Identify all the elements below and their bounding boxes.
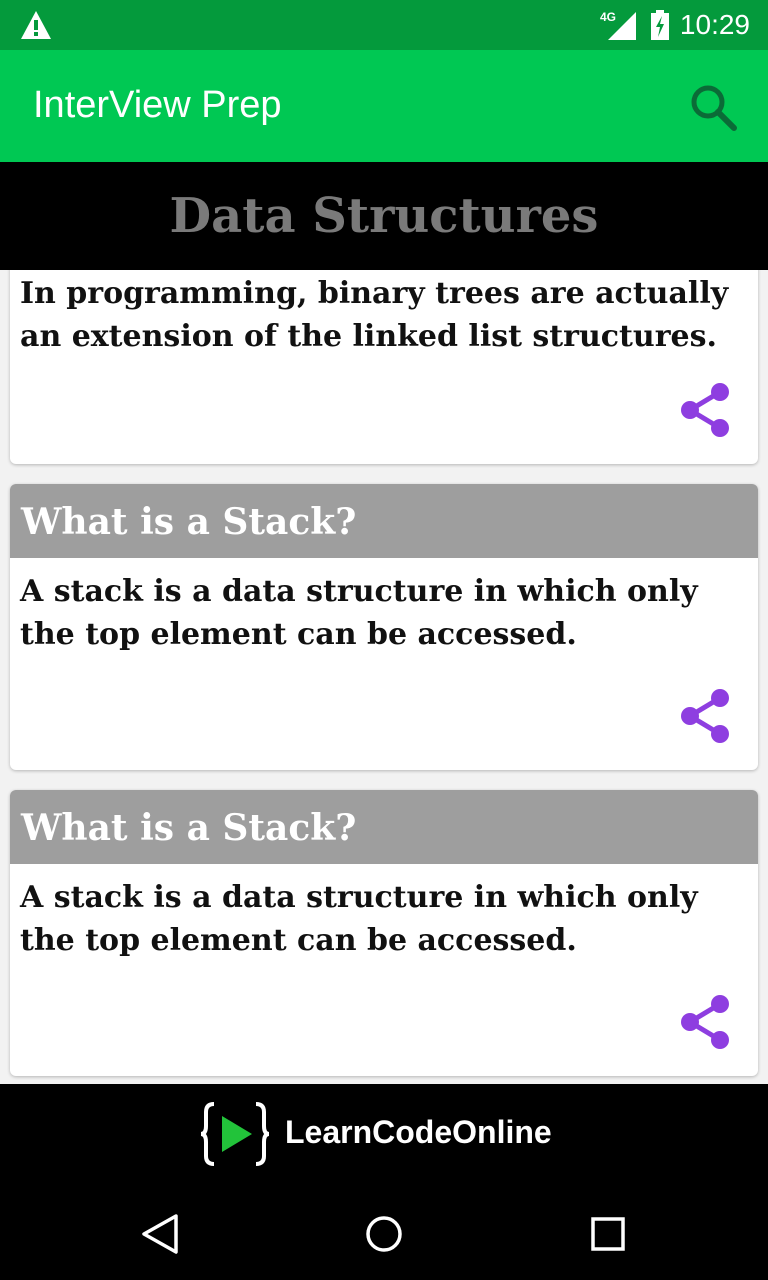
qa-card: What is a Stack? A stack is a data struc… [10, 484, 758, 770]
answer-text: A stack is a data structure in which onl… [20, 574, 698, 652]
share-icon[interactable] [680, 382, 732, 438]
recents-icon[interactable] [586, 1212, 630, 1256]
brand-name: LearnCodeOnline [285, 1114, 552, 1150]
question-header: What is a Stack? [10, 790, 758, 864]
share-icon[interactable] [680, 994, 732, 1050]
clock: 10:29 [679, 9, 750, 40]
app-bar: InterView Prep [0, 50, 768, 162]
learncodeonline-logo-icon [200, 1102, 270, 1166]
section-banner: Data Structures [0, 162, 768, 270]
answer-text: A stack is a data structure in which onl… [20, 880, 698, 958]
back-icon[interactable] [138, 1212, 182, 1256]
section-title: Data Structures [169, 188, 599, 244]
answer-text: In programming, binary trees are actuall… [20, 276, 729, 354]
share-icon[interactable] [680, 688, 732, 744]
qa-list[interactable]: In programming, binary trees are actuall… [0, 270, 768, 1084]
qa-card: What is a Stack? A stack is a data struc… [10, 790, 758, 1076]
system-nav-bar [0, 1188, 768, 1280]
search-icon[interactable] [688, 82, 738, 132]
qa-card: In programming, binary trees are actuall… [10, 270, 758, 464]
home-icon[interactable] [362, 1212, 406, 1256]
signal-icon: 4G [600, 10, 636, 40]
battery-charging-icon [650, 10, 669, 40]
app-title: InterView Prep [33, 84, 282, 126]
status-bar: 4G 10:29 [0, 0, 768, 50]
warning-icon [21, 11, 51, 39]
network-type-label: 4G [600, 10, 616, 24]
ad-banner[interactable]: LearnCodeOnline [0, 1084, 768, 1188]
question-header: What is a Stack? [10, 484, 758, 558]
